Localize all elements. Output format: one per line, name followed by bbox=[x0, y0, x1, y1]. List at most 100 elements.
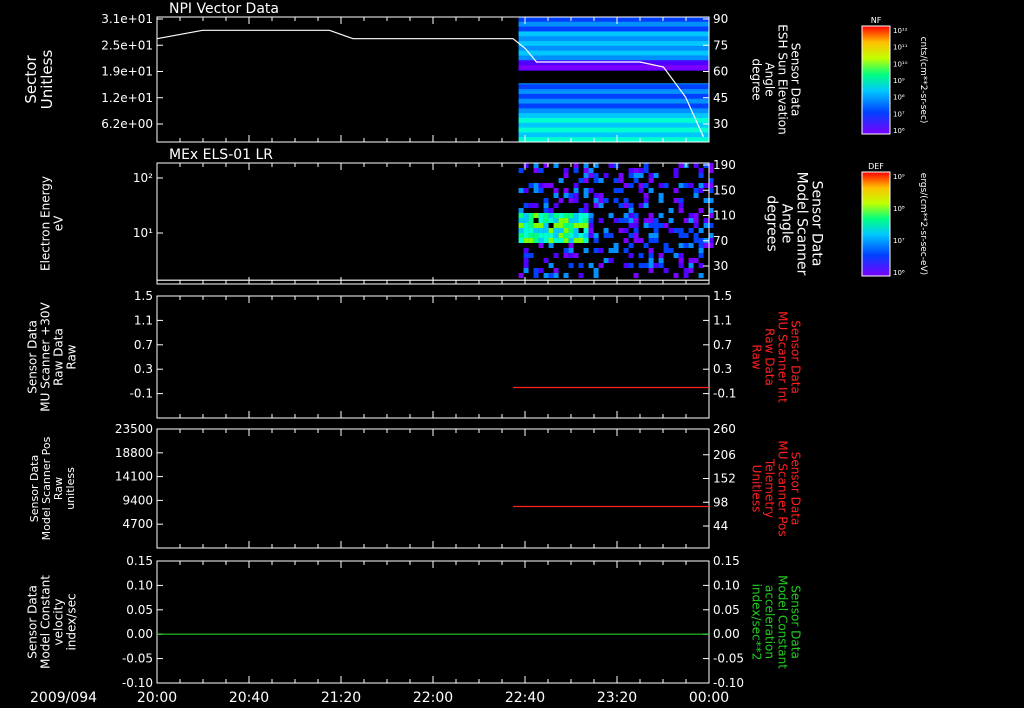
x-tick-label: 00:00 bbox=[689, 690, 729, 706]
heatmap-cell bbox=[558, 223, 564, 228]
heatmap-cell bbox=[518, 168, 524, 173]
heatmap-cell bbox=[693, 258, 699, 263]
heatmap-cell bbox=[553, 218, 559, 223]
heatmap-cell bbox=[628, 218, 634, 223]
y-tick-label-left: 10² bbox=[133, 171, 153, 185]
heatmap-cell bbox=[523, 253, 529, 258]
heatmap-cell bbox=[553, 238, 559, 243]
x-tick-label: 22:00 bbox=[413, 690, 453, 706]
colorbar-tick-label: 10⁹ bbox=[893, 77, 905, 85]
heatmap-cell bbox=[558, 178, 564, 183]
heatmap-cell bbox=[623, 263, 629, 268]
heatmap-cell bbox=[563, 193, 569, 198]
heatmap-cell bbox=[568, 198, 574, 203]
heatmap-cell bbox=[618, 203, 624, 208]
heatmap-cell bbox=[678, 263, 684, 268]
date-label: 2009/094 bbox=[30, 690, 97, 706]
heatmap-band bbox=[518, 103, 709, 109]
heatmap-cell bbox=[693, 163, 699, 168]
heatmap-cell bbox=[598, 203, 604, 208]
heatmap-cell bbox=[633, 168, 639, 173]
heatmap-band bbox=[518, 93, 709, 100]
heatmap-cell bbox=[523, 263, 529, 268]
heatmap-band bbox=[518, 50, 709, 56]
heatmap-cell bbox=[588, 223, 594, 228]
heatmap-cell bbox=[548, 233, 554, 238]
heatmap-cell bbox=[533, 268, 539, 273]
heatmap-cell bbox=[698, 243, 704, 248]
heatmap-cell bbox=[613, 188, 619, 193]
colorbar-tick-label: 10⁶ bbox=[893, 127, 905, 135]
heatmap-cell bbox=[533, 238, 539, 243]
heatmap-cell bbox=[643, 168, 649, 173]
heatmap-cell bbox=[638, 263, 644, 268]
colorbar-def: DEF 10⁹ 10⁸ 10⁷ 10⁶ ergs/(cm**2-sr-sec-eV) bbox=[861, 162, 928, 277]
colorbar-unit-label: cnts/(cm**2-sr-sec) bbox=[918, 37, 928, 124]
heatmap-cell bbox=[538, 228, 544, 233]
y-axis-label-left: Raw Data bbox=[52, 328, 66, 386]
heatmap-cell bbox=[553, 268, 559, 273]
heatmap-cell bbox=[588, 173, 594, 178]
heatmap-cell bbox=[583, 228, 589, 233]
heatmap-cell bbox=[518, 273, 524, 278]
heatmap-band bbox=[518, 41, 709, 47]
heatmap-cell bbox=[673, 168, 679, 173]
panel-2: 10² 10¹ 190 150 110 70 30 MEx ELS-01 LR Electron… bbox=[39, 147, 825, 285]
heatmap-cell bbox=[583, 218, 589, 223]
y-axis-label-left: Electron Energy bbox=[39, 176, 53, 271]
heatmap-cell bbox=[648, 173, 654, 178]
heatmap-cell bbox=[593, 198, 599, 203]
heatmap-cell bbox=[523, 233, 529, 238]
heatmap-cell bbox=[593, 178, 599, 183]
heatmap-cell bbox=[628, 183, 634, 188]
heatmap-cell bbox=[678, 198, 684, 203]
heatmap-cell bbox=[528, 203, 534, 208]
heatmap-cell bbox=[578, 223, 584, 228]
heatmap-cell bbox=[593, 238, 599, 243]
heatmap-cell bbox=[648, 233, 654, 238]
heatmap-cell bbox=[628, 213, 634, 218]
colorbar-tick-label: 10⁸ bbox=[893, 94, 905, 102]
heatmap-cell bbox=[563, 238, 569, 243]
heatmap-cell bbox=[703, 183, 709, 188]
heatmap-cell bbox=[698, 188, 704, 193]
heatmap-cell bbox=[688, 243, 694, 248]
heatmap-cell bbox=[618, 178, 624, 183]
heatmap-cell bbox=[563, 188, 569, 193]
heatmap-cell bbox=[588, 213, 594, 218]
heatmap-band bbox=[518, 36, 709, 42]
y-tick-label-right: 98 bbox=[713, 495, 728, 509]
heatmap-cell bbox=[653, 228, 659, 233]
heatmap-band bbox=[518, 65, 709, 71]
heatmap-cell bbox=[568, 238, 574, 243]
heatmap-cell bbox=[658, 253, 664, 258]
y-axis-label-left: eV bbox=[52, 215, 66, 231]
y-tick-label-right: 75 bbox=[713, 38, 728, 52]
y-tick-label-left: 1.1 bbox=[134, 313, 153, 327]
heatmap-cell bbox=[563, 248, 569, 253]
heatmap-cell bbox=[688, 228, 694, 233]
y-tick-label-right: 152 bbox=[713, 472, 736, 486]
heatmap-cell bbox=[583, 238, 589, 243]
y-axis-label-right: index/sec**2 bbox=[750, 584, 764, 661]
heatmap-cell bbox=[563, 273, 569, 278]
heatmap-cell bbox=[648, 248, 654, 253]
y-tick-label-right: 0.10 bbox=[713, 578, 740, 592]
heatmap-cell bbox=[603, 228, 609, 233]
y-tick-label-right: 0.7 bbox=[713, 338, 732, 352]
x-tick-label: 22:40 bbox=[505, 690, 545, 706]
heatmap-cell bbox=[548, 263, 554, 268]
heatmap-cell bbox=[598, 263, 604, 268]
heatmap-cell bbox=[663, 223, 669, 228]
heatmap-cell bbox=[633, 213, 639, 218]
heatmap-cell bbox=[698, 273, 704, 278]
heatmap-cell bbox=[593, 193, 599, 198]
heatmap-cell bbox=[538, 223, 544, 228]
heatmap-band bbox=[518, 127, 709, 133]
heatmap-band bbox=[518, 84, 709, 90]
heatmap-cell bbox=[523, 203, 529, 208]
plot-canvas: 3.1e+01 2.5e+01 1.9e+01 1.2e+01 6.2e+00 90 75 6… bbox=[22, 1, 928, 706]
heatmap-cell bbox=[698, 263, 704, 268]
heatmap-cell bbox=[698, 253, 704, 258]
y-tick-label-left: 0.00 bbox=[126, 627, 153, 641]
